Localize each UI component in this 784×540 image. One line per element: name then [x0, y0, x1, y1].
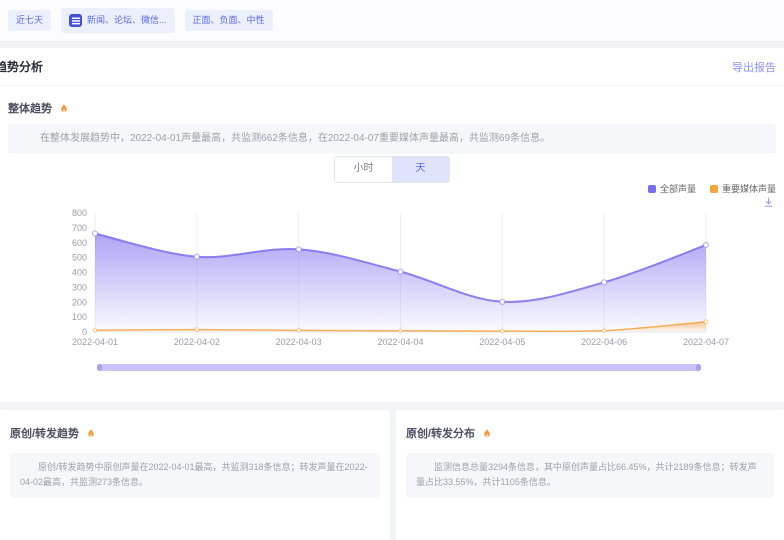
- svg-text:2022-04-04: 2022-04-04: [377, 337, 423, 347]
- overall-trend-section: 整体趋势: [8, 100, 70, 116]
- trend-chart-svg: 0 100 200 300 400 500 600 700 800 2022-04-01 2022-…: [0, 203, 784, 353]
- trend-analysis-card: 趋势分析 导出报告 整体趋势 在整体发展趋势中，2022-04-01声量最高，共…: [0, 48, 784, 402]
- svg-text:100: 100: [72, 312, 87, 322]
- datazoom-slider[interactable]: [97, 364, 701, 371]
- svg-text:2022-04-05: 2022-04-05: [479, 337, 525, 347]
- datazoom-right-handle[interactable]: [696, 364, 701, 371]
- toggle-hour-button[interactable]: 小时: [335, 157, 392, 182]
- source-icon: [69, 14, 82, 27]
- card-title-row: 原创/转发趋势: [0, 410, 390, 441]
- datazoom-left-handle[interactable]: [97, 364, 102, 371]
- filter-tag-time[interactable]: 近七天: [8, 10, 51, 31]
- export-report-link[interactable]: 导出报告: [732, 59, 776, 75]
- svg-text:600: 600: [72, 238, 87, 248]
- legend-label-media: 重要媒体声量: [722, 182, 776, 195]
- card-summary: 原创/转发趋势中原创声量在2022-04-01最高，共监测318条信息；转发声量…: [10, 453, 380, 498]
- granularity-toggle: 小时 天: [0, 156, 784, 183]
- page-title: 趋势分析: [0, 58, 43, 75]
- svg-text:400: 400: [72, 268, 87, 278]
- svg-text:200: 200: [72, 297, 87, 307]
- svg-text:0: 0: [82, 327, 87, 337]
- legend-swatch-media: [710, 185, 718, 193]
- filter-tag-source[interactable]: 新闻、论坛、微信...: [61, 8, 175, 33]
- svg-text:2022-04-02: 2022-04-02: [174, 337, 220, 347]
- section-title: 整体趋势: [8, 100, 52, 116]
- svg-text:2022-04-01: 2022-04-01: [72, 337, 118, 347]
- svg-text:2022-04-07: 2022-04-07: [683, 337, 729, 347]
- legend-label-total: 全部声量: [660, 182, 696, 195]
- filter-tag-time-label: 近七天: [16, 16, 43, 25]
- svg-text:500: 500: [72, 253, 87, 263]
- card-title: 原创/转发趋势: [10, 425, 79, 441]
- filter-tag-source-label: 新闻、论坛、微信...: [87, 16, 167, 25]
- card-header: 趋势分析 导出报告: [0, 48, 784, 86]
- card-title: 原创/转发分布: [406, 425, 475, 441]
- flame-icon: [481, 427, 493, 439]
- trend-chart: 0 100 200 300 400 500 600 700 800 2022-04-01 2022-…: [0, 203, 784, 353]
- legend-item-total[interactable]: 全部声量: [648, 182, 696, 195]
- toggle-day-button[interactable]: 天: [392, 157, 449, 182]
- svg-text:800: 800: [72, 208, 87, 218]
- original-repost-distribution-card: 原创/转发分布 监测信息总量3294条信息，其中原创声量占比66.45%，共计2…: [396, 410, 784, 540]
- filter-tag-sentiment-label: 正面、负面、中性: [193, 16, 265, 25]
- chart-legend: 全部声量 重要媒体声量: [648, 182, 776, 195]
- filter-tag-sentiment[interactable]: 正面、负面、中性: [185, 10, 273, 31]
- flame-icon: [58, 102, 70, 114]
- card-summary: 监测信息总量3294条信息，其中原创声量占比66.45%，共计2189条信息；转…: [406, 453, 774, 498]
- overall-summary: 在整体发展趋势中，2022-04-01声量最高，共监测662条信息，在2022-…: [8, 124, 776, 154]
- card-title-row: 原创/转发分布: [396, 410, 784, 441]
- svg-text:2022-04-03: 2022-04-03: [276, 337, 322, 347]
- original-repost-trend-card: 原创/转发趋势 原创/转发趋势中原创声量在2022-04-01最高，共监测318…: [0, 410, 390, 540]
- svg-text:2022-04-06: 2022-04-06: [581, 337, 627, 347]
- svg-text:700: 700: [72, 223, 87, 233]
- dashboard-page: { "filters": { "time_tag": "近七天", "sourc…: [0, 0, 784, 489]
- legend-item-media[interactable]: 重要媒体声量: [710, 182, 776, 195]
- legend-swatch-total: [648, 185, 656, 193]
- svg-text:300: 300: [72, 282, 87, 292]
- flame-icon: [85, 427, 97, 439]
- filter-bar: 近七天 新闻、论坛、微信... 正面、负面、中性: [0, 0, 784, 42]
